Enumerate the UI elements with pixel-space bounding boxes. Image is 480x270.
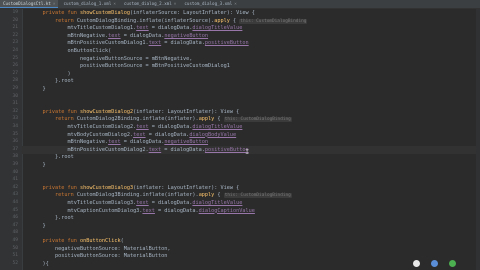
tab-custom-dialog-3[interactable]: custom_dialog_3.xml × <box>181 0 240 7</box>
close-icon[interactable]: × <box>113 1 116 6</box>
cursor-ibeam-icon: I <box>245 148 250 156</box>
close-icon[interactable]: × <box>234 1 237 6</box>
overlay-icon-1 <box>413 260 420 267</box>
code-text[interactable]: ){ <box>30 260 48 268</box>
close-icon[interactable]: × <box>174 1 177 6</box>
tab-label: custom_dialog_3.xml <box>184 1 233 6</box>
inlay-hint: this: CustomDialogBinding <box>223 193 292 199</box>
overlay-icon-2 <box>431 260 438 267</box>
overlay-icon-3 <box>449 260 456 267</box>
tab-custom-dialog-2[interactable]: custom_dialog_2.xml × <box>120 0 180 7</box>
editor-scrollbar[interactable] <box>476 9 480 270</box>
line-number: 52 <box>12 260 18 266</box>
editor-tab-bar: CustomDialogsCtl.kt × custom_dialog_1.xml… <box>0 0 480 9</box>
tab-customdialogsctl[interactable]: CustomDialogsCtl.kt × <box>0 0 59 8</box>
code-line[interactable]: 52 ){ <box>12 260 480 268</box>
tab-label: custom_dialog_2.xml <box>123 1 172 6</box>
tab-custom-dialog-1[interactable]: custom_dialog_1.xml × <box>60 0 119 7</box>
inlay-hint: this: CustomDialogBinding <box>239 18 308 24</box>
close-icon[interactable]: × <box>53 1 56 6</box>
tab-label: CustomDialogsCtl.kt <box>3 1 51 6</box>
code-editor[interactable]: 19 private fun showCustomDialog(inflater… <box>12 9 480 270</box>
tab-label: custom_dialog_1.xml <box>63 1 112 6</box>
inlay-hint: this: CustomDialogBinding <box>223 117 292 123</box>
